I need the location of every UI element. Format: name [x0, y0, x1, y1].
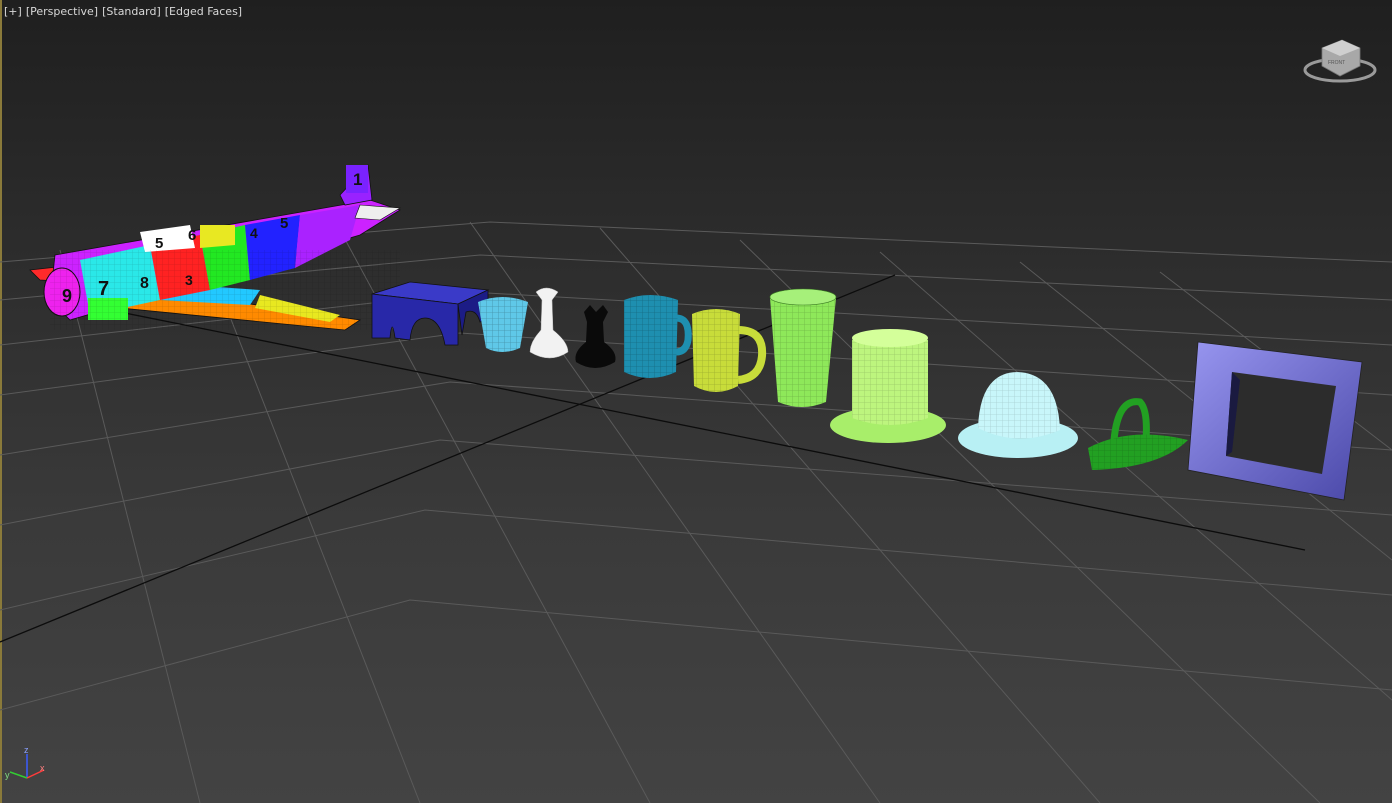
axis-tripod: z x y	[5, 745, 45, 780]
viewport-label-menu: [+] [Perspective] [Standard] [Edged Face…	[4, 5, 242, 18]
axis-y-label: y	[5, 770, 10, 780]
plane-number: 5	[155, 235, 163, 252]
plane-number: 3	[185, 272, 193, 288]
cup-object[interactable]	[478, 297, 528, 352]
bowler-hat-object[interactable]	[958, 372, 1078, 458]
airplane-object[interactable]: 1 5 5 6 7 8 9 3 4	[29, 164, 401, 331]
viewport-point-of-view-menu[interactable]: [Perspective]	[26, 5, 98, 18]
mug-blue-object[interactable]	[624, 295, 692, 378]
axis-x-label: x	[40, 763, 45, 773]
viewcube[interactable]: FRONT	[1303, 39, 1377, 83]
viewport-edges-menu[interactable]: [Edged Faces]	[165, 5, 242, 18]
perspective-viewport[interactable]: 1 5 5 6 7 8 9 3 4 FRONT z x y [+] [Persp…	[0, 0, 1392, 803]
plane-number: 8	[140, 275, 149, 292]
vase-object[interactable]	[769, 288, 837, 407]
scene-canvas[interactable]: 1 5 5 6 7 8 9 3 4 FRONT z x y	[0, 0, 1392, 803]
axis-z-label: z	[24, 745, 29, 755]
plane-number: 4	[250, 225, 258, 241]
chess-rook-black-object[interactable]	[575, 305, 616, 368]
plane-number: 9	[62, 286, 72, 306]
top-hat-object[interactable]	[830, 329, 946, 443]
viewport-shading-menu[interactable]: [Standard]	[102, 5, 161, 18]
plane-number: 5	[280, 215, 288, 232]
chess-pawn-white-object[interactable]	[529, 287, 569, 359]
plane-number: 1	[353, 170, 362, 189]
plane-number: 6	[188, 227, 196, 244]
viewport-plus-menu[interactable]: [+]	[4, 5, 22, 18]
plane-number: 7	[98, 278, 109, 300]
viewcube-face-label: FRONT	[1328, 60, 1345, 66]
table-object[interactable]	[371, 281, 490, 346]
picture-frame-object[interactable]	[1187, 341, 1363, 501]
iron-object[interactable]	[1088, 398, 1188, 470]
mug-yellow-object[interactable]	[692, 309, 767, 392]
